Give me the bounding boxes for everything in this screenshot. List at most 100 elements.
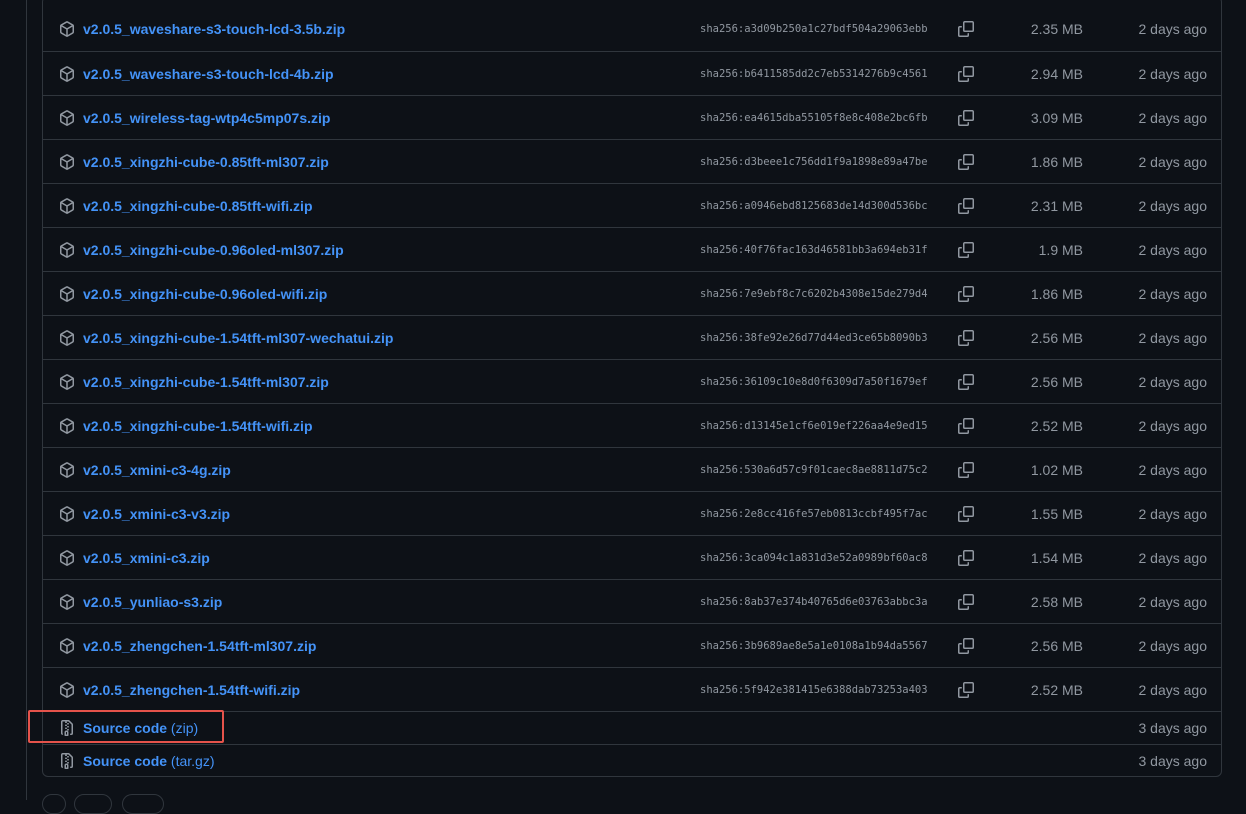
asset-row: v2.0.5_xingzhi-cube-0.85tft-wifi.zip sha2…	[43, 183, 1222, 227]
asset-size: 2.94 MB	[1030, 65, 1083, 82]
asset-row: v2.0.5_xmini-c3-4g.zip sha256:530a6d57c9f…	[43, 447, 1222, 491]
asset-sha256: sha256:d13145e1cf6e019ef226aa4e9ed15	[700, 419, 928, 432]
asset-link[interactable]: v2.0.5_xingzhi-cube-0.85tft-ml307.zip	[83, 154, 329, 170]
package-icon	[60, 461, 74, 478]
asset-link[interactable]: v2.0.5_wireless-tag-wtp4c5mp07s.zip	[83, 110, 330, 126]
source-code-format: (tar.gz)	[170, 753, 215, 769]
asset-sha256: sha256:8ab37e374b40765d6e03763abbc3a	[700, 595, 928, 608]
asset-size: 2.56 MB	[1030, 637, 1083, 654]
asset-sha256: sha256:7e9ebf8c7c6202b4308e15de279d4	[700, 287, 928, 300]
file-zip-icon	[61, 720, 73, 736]
source-code-targz-row[interactable]: Source code (tar.gz) 3 days ago	[43, 744, 1222, 777]
asset-link[interactable]: v2.0.5_xingzhi-cube-0.85tft-wifi.zip	[83, 198, 313, 214]
asset-size: 1.86 MB	[1030, 285, 1083, 302]
asset-link[interactable]: v2.0.5_xmini-c3.zip	[83, 550, 210, 566]
package-icon	[60, 329, 74, 346]
asset-sha256: sha256:530a6d57c9f01caec8ae8811d75c2	[700, 463, 928, 476]
asset-date: 3 days ago	[1138, 753, 1208, 769]
page-divider	[26, 0, 27, 800]
asset-row: v2.0.5_xingzhi-cube-0.96oled-ml307.zip sh…	[43, 227, 1222, 271]
asset-row: v2.0.5_xmini-c3.zip sha256:3ca094c1a831d3…	[43, 535, 1222, 579]
copy-icon[interactable]	[957, 417, 975, 435]
copy-icon[interactable]	[957, 109, 975, 127]
asset-link[interactable]: v2.0.5_xmini-c3-4g.zip	[83, 462, 231, 478]
asset-date: 2 days ago	[1138, 109, 1208, 126]
asset-date: 2 days ago	[1138, 65, 1208, 82]
footer-button[interactable]	[122, 794, 164, 814]
footer-button[interactable]	[74, 794, 112, 814]
asset-sha256: sha256:a3d09b250a1c27bdf504a29063ebb	[700, 23, 928, 35]
asset-row: v2.0.5_xingzhi-cube-0.96oled-wifi.zip sha…	[43, 271, 1222, 315]
source-code-label: Source code	[83, 753, 168, 769]
package-icon	[60, 549, 74, 566]
asset-row: v2.0.5_zhengchen-1.54tft-wifi.zip sha256:…	[43, 667, 1222, 711]
asset-date: 2 days ago	[1138, 593, 1208, 610]
asset-size: 2.31 MB	[1030, 197, 1083, 214]
copy-icon[interactable]	[957, 593, 975, 611]
package-icon	[60, 21, 74, 37]
asset-size: 2.35 MB	[1030, 21, 1083, 37]
asset-sha256: sha256:5f942e381415e6388dab73253a403	[700, 683, 928, 696]
asset-sha256: sha256:2e8cc416fe57eb0813ccbf495f7ac	[700, 507, 928, 520]
asset-sha256: sha256:ea4615dba55105f8e8c408e2bc6fb	[700, 111, 928, 124]
asset-row: v2.0.5_xmini-c3-v3.zip sha256:2e8cc416fe5…	[43, 491, 1222, 535]
package-icon	[60, 197, 74, 214]
asset-date: 2 days ago	[1138, 241, 1208, 258]
source-code-targz-link[interactable]: Source code (tar.gz)	[83, 753, 215, 769]
asset-date: 2 days ago	[1138, 329, 1208, 346]
copy-icon[interactable]	[957, 329, 975, 347]
asset-link[interactable]: v2.0.5_waveshare-s3-touch-lcd-3.5b.zip	[83, 21, 345, 37]
asset-link[interactable]: v2.0.5_xingzhi-cube-0.96oled-ml307.zip	[83, 242, 344, 258]
source-code-zip-row[interactable]: Source code (zip) 3 days ago	[43, 711, 1222, 744]
asset-link[interactable]: v2.0.5_xingzhi-cube-0.96oled-wifi.zip	[83, 286, 327, 302]
asset-link[interactable]: v2.0.5_zhengchen-1.54tft-ml307.zip	[83, 638, 316, 654]
package-icon	[60, 637, 74, 654]
copy-icon[interactable]	[957, 197, 975, 215]
asset-row: v2.0.5_wireless-tag-wtp4c5mp07s.zip sha25…	[43, 95, 1222, 139]
package-icon	[60, 593, 74, 610]
package-icon	[60, 285, 74, 302]
asset-size: 2.56 MB	[1030, 329, 1083, 346]
asset-link[interactable]: v2.0.5_xingzhi-cube-1.54tft-ml307-wechat…	[83, 330, 393, 346]
copy-icon[interactable]	[957, 153, 975, 171]
asset-size: 1.54 MB	[1030, 549, 1083, 566]
copy-icon[interactable]	[957, 549, 975, 567]
copy-icon[interactable]	[957, 241, 975, 259]
footer-button[interactable]	[42, 794, 66, 814]
copy-icon[interactable]	[957, 681, 975, 699]
asset-link[interactable]: v2.0.5_zhengchen-1.54tft-wifi.zip	[83, 682, 300, 698]
source-code-label: Source code	[83, 720, 168, 736]
file-zip-icon	[61, 753, 73, 769]
asset-sha256: sha256:40f76fac163d46581bb3a694eb31f	[700, 243, 928, 256]
asset-link[interactable]: v2.0.5_xingzhi-cube-1.54tft-wifi.zip	[83, 418, 313, 434]
asset-size: 2.58 MB	[1030, 593, 1083, 610]
asset-row: v2.0.5_yunliao-s3.zip sha256:8ab37e374b40…	[43, 579, 1222, 623]
asset-size: 1.02 MB	[1030, 461, 1083, 478]
asset-date: 2 days ago	[1138, 505, 1208, 522]
asset-size: 1.9 MB	[1038, 241, 1083, 258]
copy-icon[interactable]	[957, 373, 975, 391]
package-icon	[60, 505, 74, 522]
asset-date: 2 days ago	[1138, 681, 1208, 698]
asset-link[interactable]: v2.0.5_yunliao-s3.zip	[83, 594, 222, 610]
asset-link[interactable]: v2.0.5_xingzhi-cube-1.54tft-ml307.zip	[83, 374, 329, 390]
copy-icon[interactable]	[957, 461, 975, 479]
copy-icon[interactable]	[957, 285, 975, 303]
asset-sha256: sha256:a0946ebd8125683de14d300d536bc	[700, 199, 928, 212]
package-icon	[60, 153, 74, 170]
copy-icon[interactable]	[957, 637, 975, 655]
copy-icon[interactable]	[957, 505, 975, 523]
asset-link[interactable]: v2.0.5_xmini-c3-v3.zip	[83, 506, 230, 522]
package-icon	[60, 681, 74, 698]
copy-icon[interactable]	[957, 65, 975, 83]
asset-date: 2 days ago	[1138, 549, 1208, 566]
asset-sha256: sha256:b6411585dd2c7eb5314276b9c4561	[700, 67, 928, 80]
source-code-zip-link[interactable]: Source code (zip)	[83, 720, 198, 736]
copy-icon[interactable]	[957, 20, 975, 38]
asset-row: v2.0.5_xingzhi-cube-1.54tft-ml307.zip sha…	[43, 359, 1222, 403]
source-code-format: (zip)	[170, 720, 199, 736]
package-icon	[60, 241, 74, 258]
asset-link[interactable]: v2.0.5_waveshare-s3-touch-lcd-4b.zip	[83, 66, 334, 82]
asset-size: 1.86 MB	[1030, 153, 1083, 170]
package-icon	[60, 65, 74, 82]
